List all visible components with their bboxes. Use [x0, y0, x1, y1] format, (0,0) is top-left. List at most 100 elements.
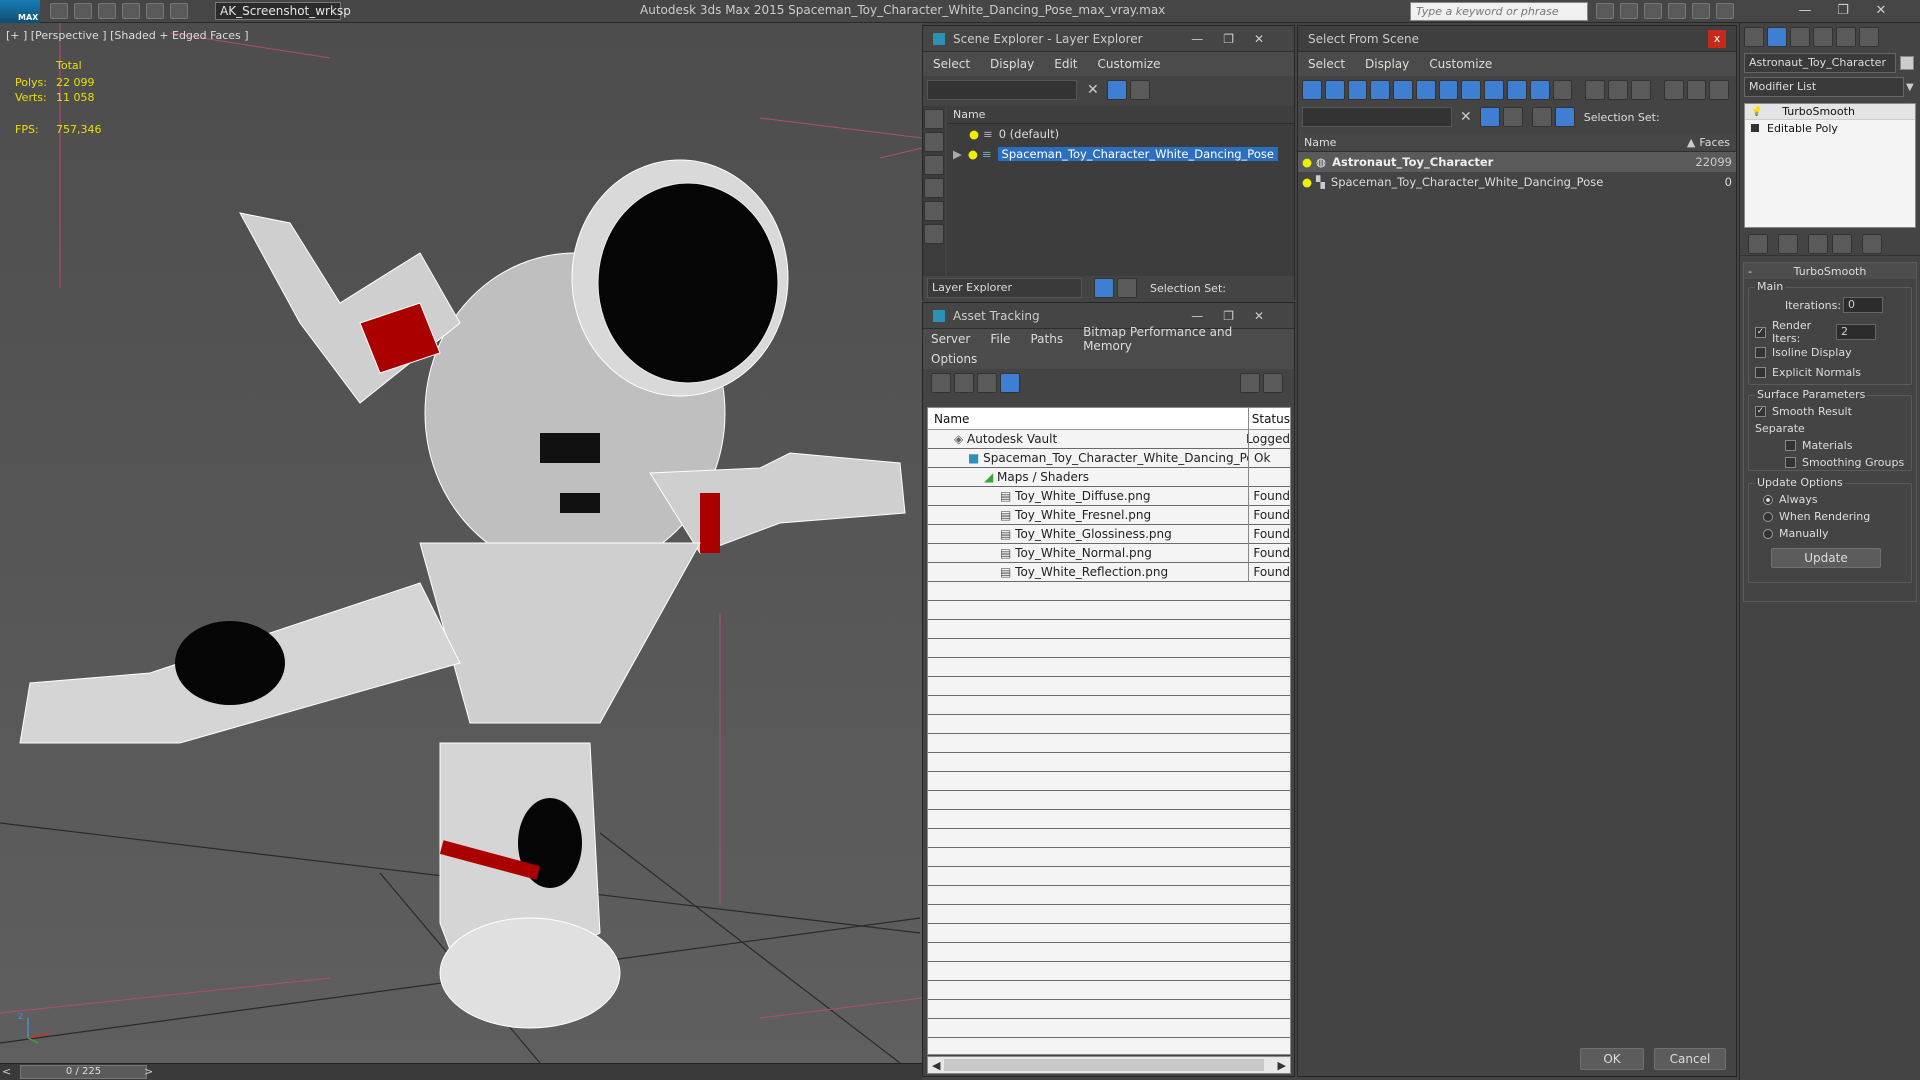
asset-row[interactable]: ▤ Toy_White_Diffuse.png Found — [928, 487, 1290, 506]
layer-options-icon[interactable] — [1129, 80, 1150, 100]
always-radio[interactable] — [1763, 494, 1773, 505]
minimize-icon[interactable]: — — [1786, 3, 1824, 18]
filter-shapes-icon[interactable] — [1324, 80, 1345, 100]
select-all-icon[interactable] — [1585, 80, 1606, 100]
col-name-header[interactable]: Name — [1304, 136, 1687, 149]
filter-helpers-icon[interactable] — [1393, 80, 1413, 100]
object-name-field[interactable]: Astronaut_Toy_Character — [1744, 53, 1896, 73]
modify-tab-icon[interactable] — [1767, 27, 1787, 47]
scene-explorer-titlebar[interactable]: Scene Explorer - Layer Explorer —❐✕ — [923, 26, 1294, 52]
object-row-selected[interactable]: ● ◍ Astronaut_Toy_Character 22099 — [1298, 152, 1736, 172]
turbosmooth-rollout-header[interactable]: - TurboSmooth — [1744, 263, 1916, 279]
asset-hscrollbar[interactable]: ◀ ▶ — [927, 1056, 1291, 1074]
time-slider-thumb[interactable]: 0 / 225 — [20, 1065, 147, 1079]
make-unique-icon[interactable] — [1808, 233, 1828, 254]
update-button[interactable]: Update — [1771, 548, 1881, 568]
modifier-stack-item[interactable]: Editable Poly — [1745, 120, 1915, 136]
filter-geometry-icon[interactable] — [1302, 80, 1322, 100]
clear-search-icon[interactable]: ✕ — [1087, 82, 1099, 98]
utilities-tab-icon[interactable] — [1859, 27, 1879, 47]
close-icon[interactable]: x — [1708, 29, 1726, 48]
pin-stack-icon[interactable] — [1748, 233, 1768, 254]
save-file-icon[interactable] — [98, 3, 116, 19]
select-from-scene-titlebar[interactable]: Select From Scene x — [1298, 26, 1736, 52]
bulb-icon[interactable]: ● — [1302, 175, 1312, 189]
rollout-collapse-icon[interactable]: - — [1748, 265, 1752, 278]
remove-modifier-icon[interactable] — [1832, 233, 1852, 254]
max-logo[interactable]: MAX — [0, 0, 40, 23]
open-file-icon[interactable] — [74, 3, 92, 19]
close-icon[interactable]: ✕ — [1862, 3, 1900, 18]
layer-tree-header[interactable]: Name — [947, 106, 1294, 124]
star-icon[interactable] — [1668, 3, 1686, 19]
motion-tab-icon[interactable] — [1813, 27, 1833, 47]
display-geometry-icon[interactable] — [924, 109, 944, 129]
show-end-result-icon[interactable] — [1778, 233, 1798, 254]
display-shapes-icon[interactable] — [924, 132, 944, 152]
bulb-icon[interactable]: ● — [1302, 155, 1312, 169]
hierarchy-tab-icon[interactable] — [1790, 27, 1810, 47]
menu-paths[interactable]: Paths — [1030, 332, 1063, 346]
expand-arrow-icon[interactable]: ▶ — [953, 147, 962, 161]
layer-explorer-icon[interactable] — [1094, 278, 1114, 298]
filter-xrefs-icon[interactable] — [1461, 80, 1482, 100]
hierarchy-icon[interactable] — [1117, 278, 1137, 298]
scene-explorer-window-controls[interactable]: —❐✕ — [1191, 32, 1284, 46]
display-spacewarps-icon[interactable] — [924, 224, 944, 244]
materials-checkbox[interactable] — [1785, 440, 1796, 451]
menu-bitmap-performance[interactable]: Bitmap Performance and Memory — [1083, 325, 1266, 353]
when-rendering-radio[interactable] — [1763, 511, 1773, 522]
hierarchy-view-icon[interactable] — [1554, 107, 1575, 127]
filter-spacewarps-icon[interactable] — [1415, 80, 1436, 100]
asset-row[interactable]: ▤ Toy_White_Fresnel.png Found — [928, 506, 1290, 525]
asset-help-icon[interactable] — [1240, 373, 1260, 393]
object-row[interactable]: ● ▚ Spaceman_Toy_Character_White_Dancing… — [1298, 172, 1736, 192]
filter-lights-icon[interactable] — [1347, 80, 1368, 100]
explicit-normals-checkbox[interactable] — [1755, 367, 1766, 378]
smoothing-groups-checkbox[interactable] — [1785, 457, 1796, 468]
manually-radio[interactable] — [1763, 528, 1773, 539]
thumbnail-view-icon[interactable] — [977, 373, 997, 393]
menu-select[interactable]: Select — [1308, 57, 1345, 71]
configure-sets-icon[interactable] — [1862, 233, 1882, 254]
menu-customize[interactable]: Customize — [1098, 57, 1161, 71]
modifier-stack-item[interactable]: 💡 TurboSmooth — [1745, 104, 1915, 120]
asset-row[interactable]: ◈ Autodesk Vault Logged — [928, 430, 1290, 449]
filter-frozen-icon[interactable] — [1529, 80, 1550, 100]
explorer-type-dropdown[interactable]: Layer Explorer — [927, 278, 1082, 298]
filter-bones-icon[interactable] — [1484, 80, 1505, 100]
menu-server[interactable]: Server — [931, 332, 970, 346]
project-folder-icon[interactable] — [170, 3, 188, 19]
asset-row[interactable]: ▤ Toy_White_Glossiness.png Found — [928, 525, 1290, 544]
asset-row[interactable]: ■ Spaceman_Toy_Character_White_Dancing_P… — [928, 449, 1290, 468]
menu-customize[interactable]: Customize — [1429, 57, 1492, 71]
key-icon[interactable] — [1620, 3, 1638, 19]
asset-row[interactable]: ▤ Toy_White_Normal.png Found — [928, 544, 1290, 563]
render-iters-spinner[interactable]: 2 — [1836, 324, 1876, 340]
menu-display[interactable]: Display — [990, 57, 1034, 71]
collapse-icon[interactable] — [1709, 80, 1730, 100]
bulb-icon[interactable]: ● — [968, 147, 978, 161]
refresh-icon[interactable] — [931, 373, 951, 393]
redo-icon[interactable] — [146, 3, 164, 19]
asset-row[interactable]: ◢ Maps / Shaders — [928, 468, 1290, 487]
smooth-result-checkbox[interactable]: ✓ — [1755, 406, 1766, 417]
create-tab-icon[interactable] — [1744, 27, 1764, 47]
layer-row-selected[interactable]: ▶ ● ≡ Spaceman_Toy_Character_White_Danci… — [947, 144, 1294, 164]
workspace-dropdown[interactable]: AK_Screenshot_wrksp — [215, 2, 351, 20]
scroll-thumb[interactable] — [944, 1059, 1265, 1071]
asset-tracking-window-controls[interactable]: —❐✕ — [1191, 309, 1284, 323]
scroll-left-icon[interactable]: ◀ — [928, 1059, 944, 1072]
iterations-spinner[interactable]: 0 — [1843, 297, 1883, 313]
display-cameras-icon[interactable] — [924, 178, 944, 198]
modifier-list-dropdown[interactable]: Modifier List — [1744, 77, 1904, 97]
table-view-icon[interactable] — [1000, 373, 1020, 393]
col-faces-header[interactable]: Faces — [1699, 136, 1730, 149]
layer-row[interactable]: ● ≡ 0 (default) — [947, 124, 1294, 144]
cancel-button[interactable]: Cancel — [1654, 1048, 1726, 1070]
find-options-icon[interactable] — [1663, 80, 1684, 100]
render-iters-checkbox[interactable]: ✓ — [1755, 326, 1766, 338]
select-invert-icon[interactable] — [1630, 80, 1651, 100]
asset-col-status[interactable]: Status — [1246, 412, 1290, 426]
scene-explorer-search-input[interactable] — [927, 80, 1077, 100]
